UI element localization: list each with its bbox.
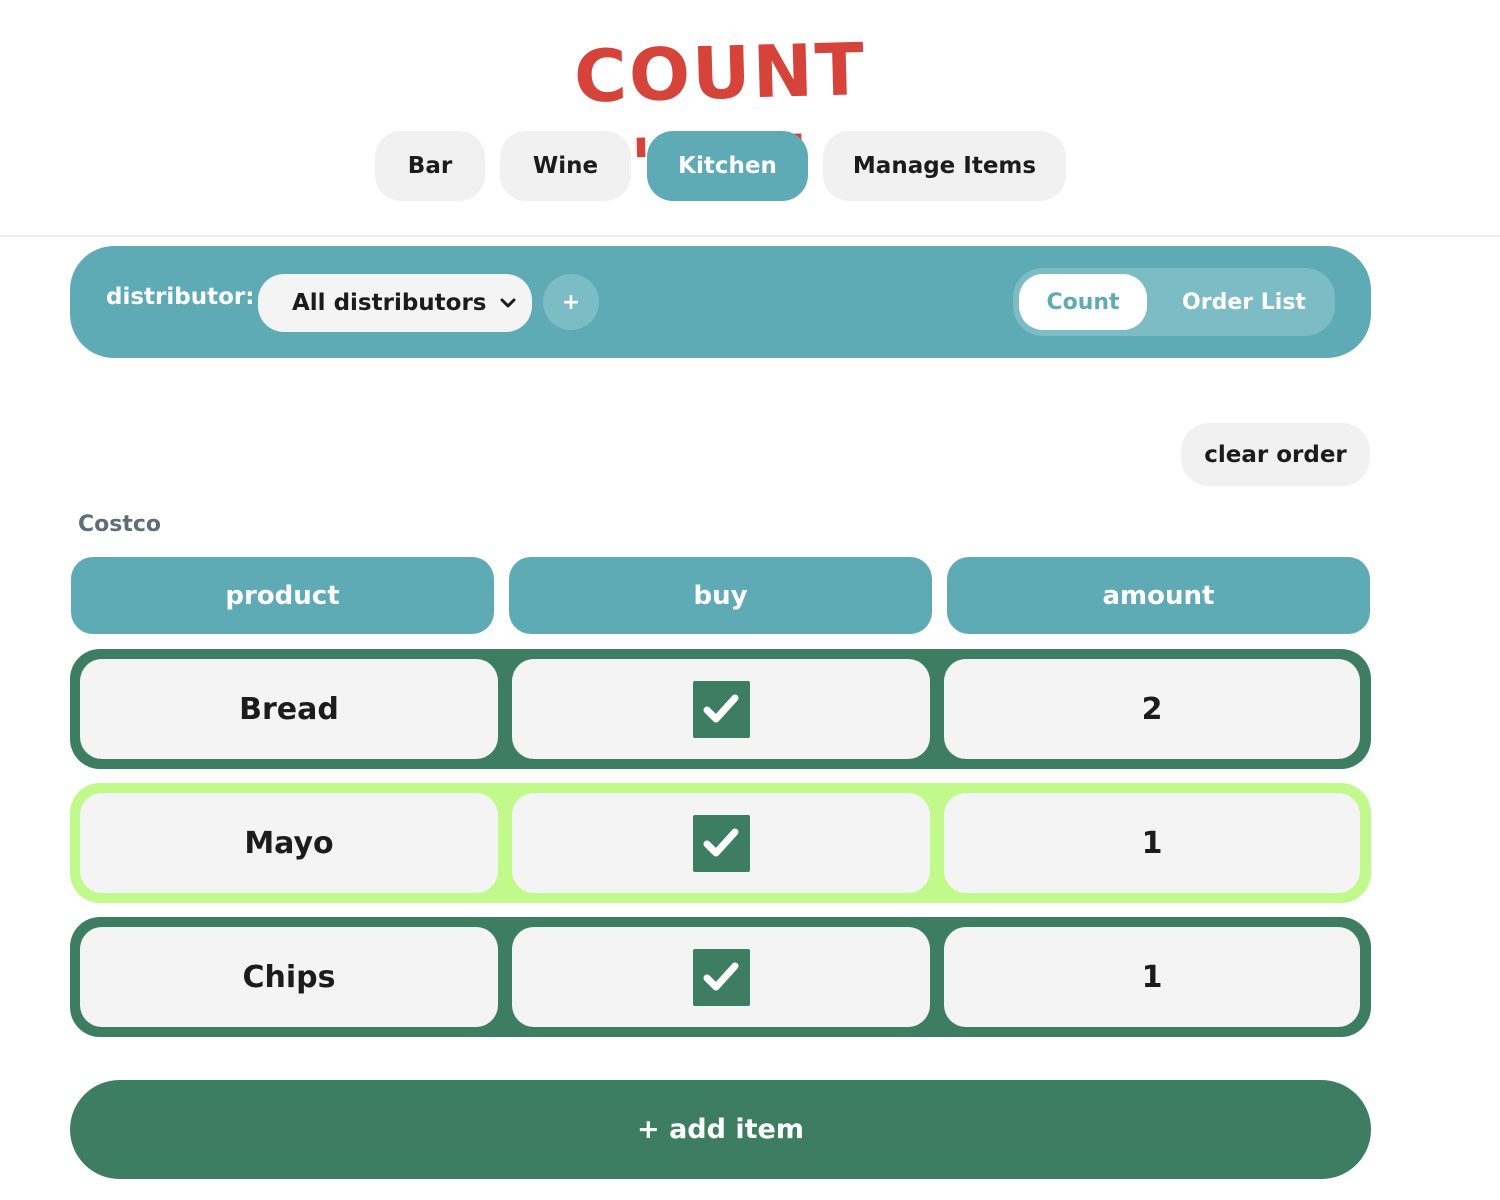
app-logo: COUNT 'EM! [572, 27, 867, 207]
tab-bar[interactable]: Bar [375, 131, 485, 201]
distributor-select[interactable]: All distributors [258, 274, 532, 332]
product-cell: Mayo [80, 793, 498, 893]
distributor-select-value: All distributors [292, 290, 487, 316]
header: COUNT 'EM! Bar Wine Kitchen Manage Items [0, 0, 1500, 237]
product-cell: Chips [80, 927, 498, 1027]
column-header-buy: buy [509, 557, 932, 634]
buy-cell [512, 793, 930, 893]
buy-cell [512, 927, 930, 1027]
product-cell: Bread [80, 659, 498, 759]
tab-wine[interactable]: Wine [500, 131, 631, 201]
distributor-group-title: Costco [78, 512, 162, 537]
order-list-view-button[interactable]: Order List [1159, 274, 1329, 330]
view-toggle: Count Order List [1013, 268, 1335, 336]
buy-checkbox[interactable] [692, 814, 750, 872]
buy-checkbox[interactable] [692, 948, 750, 1006]
tab-manage-items[interactable]: Manage Items [823, 131, 1066, 201]
check-icon [703, 828, 739, 857]
amount-cell[interactable]: 2 [944, 659, 1360, 759]
column-header-product: product [71, 557, 494, 634]
buy-cell [512, 659, 930, 759]
check-icon [703, 962, 739, 991]
column-header-amount: amount [947, 557, 1370, 634]
table-row: Mayo 1 [70, 783, 1371, 903]
add-distributor-button[interactable]: + [543, 274, 599, 330]
table-row: Chips 1 [70, 917, 1371, 1037]
distributor-label: distributor: [106, 284, 255, 310]
clear-order-button[interactable]: clear order [1181, 423, 1370, 486]
count-view-button[interactable]: Count [1019, 274, 1147, 330]
distributor-toolbar: distributor: All distributors + Count Or… [70, 246, 1371, 358]
amount-cell[interactable]: 1 [944, 927, 1360, 1027]
tab-kitchen[interactable]: Kitchen [647, 131, 808, 201]
amount-cell[interactable]: 1 [944, 793, 1360, 893]
table-row: Bread 2 [70, 649, 1371, 769]
add-item-button[interactable]: + add item [70, 1080, 1371, 1179]
chevron-down-icon [500, 294, 516, 313]
buy-checkbox[interactable] [692, 680, 750, 738]
check-icon [703, 694, 739, 723]
